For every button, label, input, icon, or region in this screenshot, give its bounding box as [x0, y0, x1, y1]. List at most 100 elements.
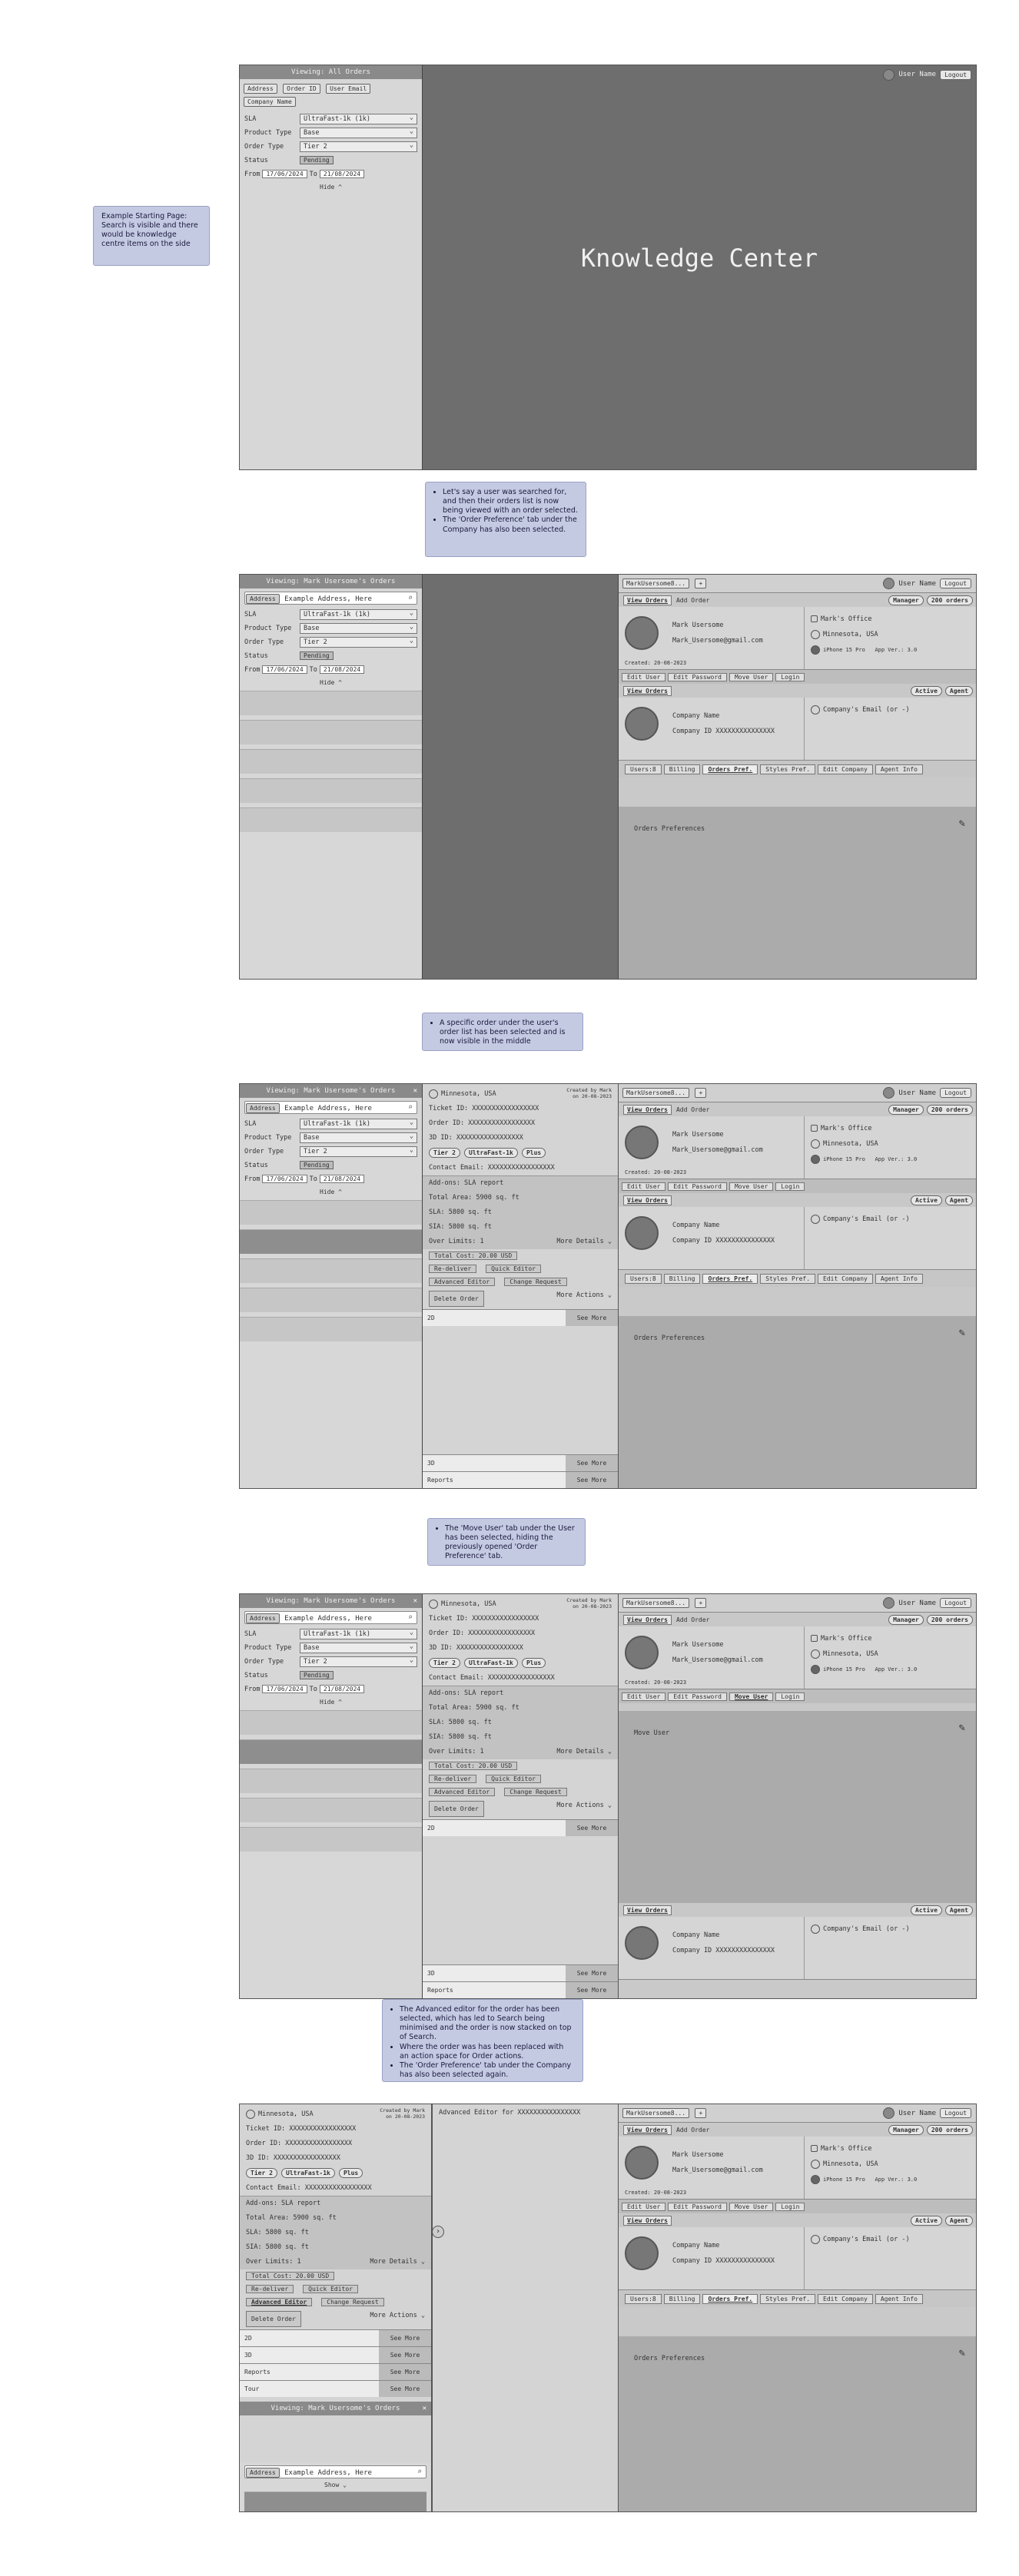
address-chip[interactable]: Address: [246, 2468, 280, 2478]
user-tab[interactable]: MarkUsersome8...: [622, 1088, 690, 1098]
more-details-toggle[interactable]: More Details ⌄: [370, 2255, 425, 2269]
from-date[interactable]: 17/06/2024: [262, 1175, 307, 1183]
view-orders-tab[interactable]: View Orders: [623, 2124, 672, 2135]
edit-password-button[interactable]: Edit Password: [668, 672, 727, 681]
search-input[interactable]: Address Example Address, Here ⌕: [244, 1101, 417, 1114]
tab-edit-company[interactable]: Edit Company: [818, 2293, 873, 2304]
advanced-editor-button[interactable]: Advanced Editor: [246, 2298, 313, 2306]
view-orders-tab[interactable]: View Orders: [623, 595, 672, 605]
view-orders-tab[interactable]: View Orders: [623, 685, 672, 696]
tab-styles-pref[interactable]: Styles Pref.: [760, 2293, 816, 2304]
search-icon[interactable]: ⌕: [417, 2468, 422, 2476]
tab-styles-pref[interactable]: Styles Pref.: [760, 1273, 816, 1284]
sla-select[interactable]: UltraFast-1k (1k): [300, 113, 417, 124]
delete-order-button[interactable]: Delete Order: [429, 1801, 484, 1817]
edit-password-button[interactable]: Edit Password: [668, 2202, 727, 2211]
see-more-button[interactable]: See More: [379, 2381, 431, 2397]
search-input[interactable]: Address Example Address, Here ⌕: [244, 1611, 417, 1624]
add-tab-button[interactable]: +: [695, 579, 707, 588]
chip-address[interactable]: Address: [244, 84, 277, 94]
from-date[interactable]: 17/06/2024: [262, 1685, 307, 1693]
change-request-button[interactable]: Change Request: [504, 1788, 567, 1796]
edit-icon[interactable]: ✎: [959, 1722, 965, 1734]
tab-orders-pref[interactable]: Orders Pref.: [702, 2293, 758, 2304]
re-deliver-button[interactable]: Re-deliver: [429, 1775, 477, 1783]
tab-agent-info[interactable]: Agent Info: [875, 764, 923, 774]
move-user-button[interactable]: Move User: [729, 1692, 774, 1701]
order-row-selected[interactable]: [240, 1739, 422, 1764]
hide-toggle[interactable]: Hide ^: [240, 184, 422, 191]
logout-button[interactable]: Logout: [940, 579, 971, 588]
logout-button[interactable]: Logout: [940, 1598, 971, 1608]
hide-toggle[interactable]: Hide ^: [240, 679, 422, 686]
user-tab[interactable]: MarkUsersome8...: [622, 2108, 690, 2118]
login-button[interactable]: Login: [775, 1182, 805, 1191]
search-icon[interactable]: ⌕: [408, 594, 413, 602]
address-chip[interactable]: Address: [246, 594, 280, 604]
sla-select[interactable]: UltraFast-1k (1k): [300, 608, 417, 620]
edit-icon[interactable]: ✎: [959, 2347, 965, 2359]
see-more-button[interactable]: See More: [379, 2347, 431, 2363]
order-type-select[interactable]: Tier 2: [300, 1656, 417, 1667]
order-row[interactable]: [240, 720, 422, 744]
product-type-select[interactable]: Base: [300, 127, 417, 138]
see-more-button[interactable]: See More: [566, 1982, 618, 1998]
search-icon[interactable]: ⌕: [408, 1613, 413, 1622]
logout-button[interactable]: Logout: [940, 2108, 971, 2118]
login-button[interactable]: Login: [775, 2202, 805, 2211]
move-user-button[interactable]: Move User: [729, 672, 774, 681]
to-date[interactable]: 21/08/2024: [319, 1175, 365, 1183]
address-chip[interactable]: Address: [246, 1103, 280, 1113]
from-date[interactable]: 17/06/2024: [262, 170, 307, 178]
quick-editor-button[interactable]: Quick Editor: [303, 2285, 358, 2293]
tab-billing[interactable]: Billing: [663, 2293, 701, 2304]
edit-user-button[interactable]: Edit User: [622, 1182, 666, 1191]
advanced-editor-button[interactable]: Advanced Editor: [429, 1788, 496, 1796]
chip-company-name[interactable]: Company Name: [244, 97, 296, 107]
edit-icon[interactable]: ✎: [959, 817, 965, 830]
tab-users[interactable]: Users:8: [625, 2293, 662, 2304]
to-date[interactable]: 21/08/2024: [319, 170, 365, 178]
address-chip[interactable]: Address: [246, 1613, 280, 1623]
edit-password-button[interactable]: Edit Password: [668, 1182, 727, 1191]
tab-users[interactable]: Users:8: [625, 1273, 662, 1284]
view-orders-tab[interactable]: View Orders: [623, 1614, 672, 1625]
tab-orders-pref[interactable]: Orders Pref.: [702, 1273, 758, 1284]
order-row[interactable]: [240, 691, 422, 715]
see-more-button[interactable]: See More: [566, 1310, 618, 1326]
more-actions-toggle[interactable]: More Actions ⌄: [370, 2309, 425, 2329]
add-order-tab[interactable]: Add Order: [676, 1106, 709, 1113]
quick-editor-button[interactable]: Quick Editor: [486, 1775, 541, 1783]
login-button[interactable]: Login: [775, 672, 805, 681]
move-user-button[interactable]: Move User: [729, 2202, 774, 2211]
view-orders-tab[interactable]: View Orders: [623, 1104, 672, 1115]
status-chip[interactable]: Pending: [300, 156, 334, 164]
search-icon[interactable]: ⌕: [408, 1103, 413, 1112]
edit-user-button[interactable]: Edit User: [622, 2202, 666, 2211]
order-row[interactable]: [240, 1710, 422, 1735]
add-order-tab[interactable]: Add Order: [676, 1616, 709, 1623]
view-orders-tab[interactable]: View Orders: [623, 2215, 672, 2226]
edit-password-button[interactable]: Edit Password: [668, 1692, 727, 1701]
order-row[interactable]: [240, 1827, 422, 1852]
product-type-select[interactable]: Base: [300, 1642, 417, 1653]
tab-agent-info[interactable]: Agent Info: [875, 2293, 923, 2304]
view-orders-tab[interactable]: View Orders: [623, 1195, 672, 1205]
tab-orders-pref[interactable]: Orders Pref.: [702, 764, 758, 774]
order-type-select[interactable]: Tier 2: [300, 636, 417, 648]
edit-user-button[interactable]: Edit User: [622, 1692, 666, 1701]
logout-button[interactable]: Logout: [940, 69, 971, 80]
status-chip[interactable]: Pending: [300, 1671, 334, 1679]
tab-billing[interactable]: Billing: [663, 1273, 701, 1284]
tab-styles-pref[interactable]: Styles Pref.: [760, 764, 816, 774]
order-row-selected[interactable]: [240, 1229, 422, 1254]
user-tab[interactable]: MarkUsersome8...: [622, 1598, 690, 1608]
show-toggle[interactable]: Show ⌄: [240, 2482, 431, 2488]
order-row[interactable]: [240, 778, 422, 803]
re-deliver-button[interactable]: Re-deliver: [429, 1265, 477, 1273]
tab-users[interactable]: Users:8: [625, 764, 662, 774]
order-row[interactable]: [240, 1769, 422, 1793]
see-more-button[interactable]: See More: [379, 2364, 431, 2380]
close-icon[interactable]: ✕: [423, 2402, 427, 2415]
hide-toggle[interactable]: Hide ^: [240, 1189, 422, 1195]
